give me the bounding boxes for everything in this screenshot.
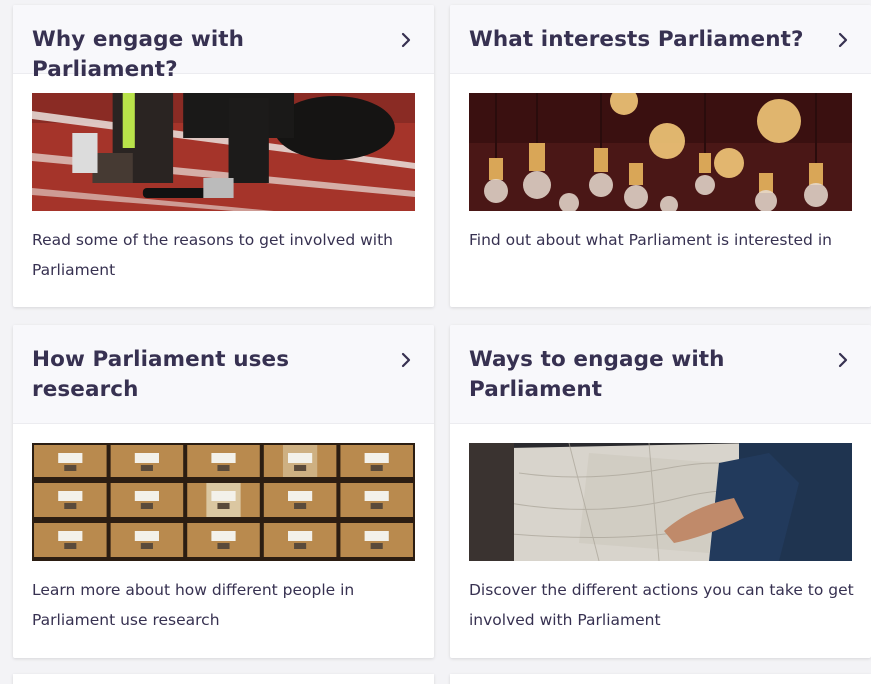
card-title[interactable]: What interests Parliament? (469, 25, 823, 55)
card-stub (450, 674, 871, 684)
card-title[interactable]: How Parliament uses research (32, 345, 386, 405)
card-what-interests[interactable]: What interests Parliament? Find out abou… (450, 5, 871, 307)
card-title[interactable]: Ways to engage with Parliament (469, 345, 741, 405)
chevron-right-icon[interactable] (398, 351, 414, 369)
card-ways-to-engage[interactable]: Ways to engage with Parliament Discover … (450, 325, 871, 658)
map-pointing-image (469, 443, 852, 561)
chevron-right-icon[interactable] (398, 31, 414, 49)
running-track-sprinter-image (32, 93, 415, 211)
card-description: Read some of the reasons to get involved… (32, 231, 393, 279)
card-description: Find out about what Parliament is intere… (469, 231, 832, 249)
card-why-engage[interactable]: Why engage with Parliament? Read some of… (13, 5, 434, 307)
chevron-right-icon[interactable] (835, 351, 851, 369)
card-how-research[interactable]: How Parliament uses research Learn more … (13, 325, 434, 658)
chevron-right-icon[interactable] (835, 31, 851, 49)
card-header: Ways to engage with Parliament (450, 325, 871, 424)
card-description: Discover the different actions you can t… (469, 581, 854, 629)
card-header: How Parliament uses research (13, 325, 434, 424)
card-stub (13, 674, 434, 684)
card-header: What interests Parliament? (450, 5, 871, 74)
light-bulbs-image (469, 93, 852, 211)
card-description: Learn more about how different people in… (32, 581, 355, 629)
card-header: Why engage with Parliament? (13, 5, 434, 82)
card-catalogue-drawers-image (32, 443, 415, 561)
card-title[interactable]: Why engage with Parliament? (32, 25, 386, 85)
card-grid: Why engage with Parliament? Read some of… (0, 0, 871, 684)
